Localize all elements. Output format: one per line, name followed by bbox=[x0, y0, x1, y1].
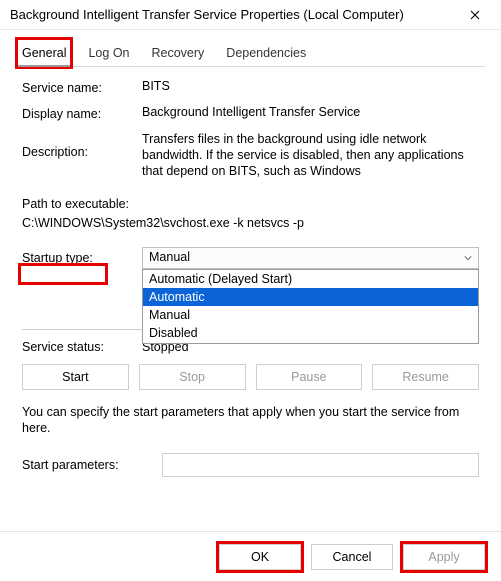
display-name-label: Display name: bbox=[22, 105, 142, 121]
close-button[interactable] bbox=[453, 1, 497, 29]
window-title: Background Intelligent Transfer Service … bbox=[10, 7, 453, 22]
service-name-label: Service name: bbox=[22, 79, 142, 95]
apply-button[interactable]: Apply bbox=[403, 544, 485, 570]
service-status-label: Service status: bbox=[22, 340, 142, 354]
titlebar: Background Intelligent Transfer Service … bbox=[0, 0, 501, 30]
service-control-buttons: Start Stop Pause Resume bbox=[22, 364, 479, 390]
path-value: C:\WINDOWS\System32\svchost.exe -k netsv… bbox=[22, 214, 479, 233]
tab-recovery[interactable]: Recovery bbox=[148, 40, 209, 66]
pause-button[interactable]: Pause bbox=[256, 364, 363, 390]
dialog-footer: OK Cancel Apply bbox=[0, 531, 501, 581]
option-automatic-delayed[interactable]: Automatic (Delayed Start) bbox=[143, 270, 478, 288]
start-parameters-row: Start parameters: bbox=[22, 453, 479, 477]
resume-button[interactable]: Resume bbox=[372, 364, 479, 390]
highlight-startup-label bbox=[18, 263, 108, 285]
option-manual[interactable]: Manual bbox=[143, 306, 478, 324]
display-name-value: Background Intelligent Transfer Service bbox=[142, 105, 479, 119]
start-parameters-label: Start parameters: bbox=[22, 458, 162, 472]
description-row: Description: Transfers files in the back… bbox=[22, 131, 479, 185]
start-params-hint: You can specify the start parameters tha… bbox=[22, 404, 479, 438]
startup-type-selected: Manual bbox=[149, 250, 190, 264]
cancel-button[interactable]: Cancel bbox=[311, 544, 393, 570]
startup-type-combo-wrap: Manual Automatic (Delayed Start) Automat… bbox=[142, 247, 479, 269]
service-name-row: Service name: BITS bbox=[22, 79, 479, 95]
chevron-down-icon bbox=[464, 254, 472, 262]
path-section: Path to executable: C:\WINDOWS\System32\… bbox=[22, 195, 479, 233]
display-name-row: Display name: Background Intelligent Tra… bbox=[22, 105, 479, 121]
option-disabled[interactable]: Disabled bbox=[143, 324, 478, 342]
tab-strip: General Log On Recovery Dependencies bbox=[16, 40, 485, 67]
path-label: Path to executable: bbox=[22, 195, 479, 214]
startup-type-dropdown: Automatic (Delayed Start) Automatic Manu… bbox=[142, 269, 479, 344]
start-button[interactable]: Start bbox=[22, 364, 129, 390]
service-name-value: BITS bbox=[142, 79, 479, 93]
description-text[interactable]: Transfers files in the background using … bbox=[142, 131, 479, 185]
description-label: Description: bbox=[22, 131, 142, 159]
start-parameters-input[interactable] bbox=[162, 453, 479, 477]
stop-button[interactable]: Stop bbox=[139, 364, 246, 390]
close-icon bbox=[470, 10, 480, 20]
tab-general[interactable]: General bbox=[18, 40, 70, 66]
tab-log-on[interactable]: Log On bbox=[84, 40, 133, 66]
option-automatic[interactable]: Automatic bbox=[143, 288, 478, 306]
tab-dependencies[interactable]: Dependencies bbox=[222, 40, 310, 66]
startup-type-combobox[interactable]: Manual bbox=[142, 247, 479, 269]
ok-button[interactable]: OK bbox=[219, 544, 301, 570]
